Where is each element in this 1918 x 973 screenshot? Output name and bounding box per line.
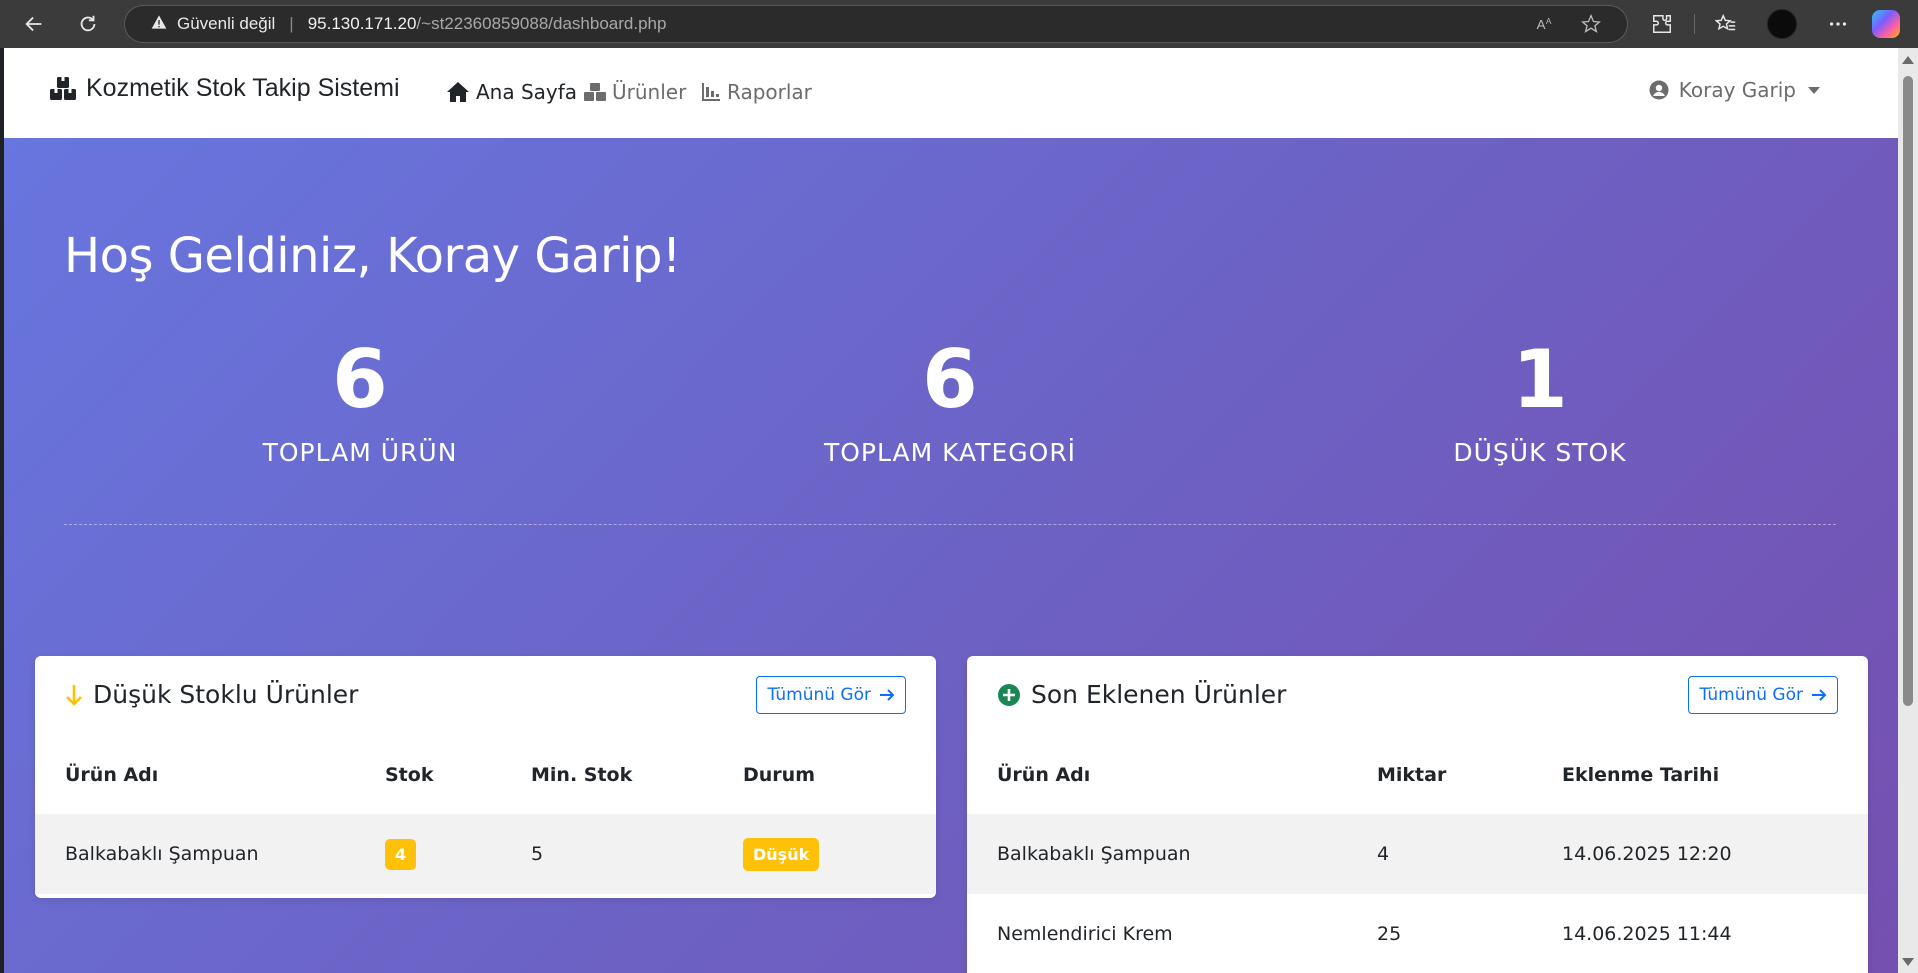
svg-text:A: A xyxy=(1537,17,1546,32)
table-row: Nemlendirici Krem 25 14.06.2025 11:44 xyxy=(967,894,1868,973)
stat-total-categories: 6 TOPLAM KATEGORİ xyxy=(750,333,1150,468)
chevron-down-icon xyxy=(1808,86,1820,94)
table-row: Balkabaklı Şampuan 4 14.06.2025 12:20 xyxy=(967,814,1868,894)
quantity-cell: 4 xyxy=(1377,814,1562,894)
address-bar[interactable]: Güvenli değil | 95.130.171.20/~st2236085… xyxy=(124,5,1628,43)
stat-low-stock: 1 DÜŞÜK STOK xyxy=(1340,333,1740,468)
table-header-row: Ürün Adı Stok Min. Stok Durum xyxy=(35,736,936,814)
card-title: Düşük Stoklu Ürünler xyxy=(65,680,358,709)
browser-toolbar: Güvenli değil | 95.130.171.20/~st2236085… xyxy=(0,0,1918,48)
min-stock-cell: 5 xyxy=(531,814,743,894)
security-label[interactable]: Güvenli değil xyxy=(177,14,275,34)
card-title-text: Son Eklenen Ürünler xyxy=(1031,680,1287,709)
nav-reports-label: Raporlar xyxy=(727,80,812,104)
stat-label: TOPLAM ÜRÜN xyxy=(262,438,458,467)
product-name: Balkabaklı Şampuan xyxy=(967,814,1377,894)
nav-home[interactable]: Ana Sayfa xyxy=(446,80,577,104)
date-cell: 14.06.2025 11:44 xyxy=(1562,923,1732,945)
user-dropdown[interactable]: Koray Garip xyxy=(1649,78,1820,102)
date-cell: 14.06.2025 12:20 xyxy=(1562,814,1868,894)
copilot-icon[interactable] xyxy=(1872,10,1900,38)
welcome-title: Hoş Geldiniz, Koray Garip! xyxy=(64,228,681,284)
column-header: Miktar xyxy=(1377,764,1447,786)
favorite-star-icon[interactable] xyxy=(1581,13,1601,39)
stat-value: 1 xyxy=(1512,333,1568,426)
column-header: Eklenme Tarihi xyxy=(1562,764,1720,786)
stat-label: TOPLAM KATEGORİ xyxy=(823,438,1077,467)
card-title-text: Düşük Stoklu Ürünler xyxy=(93,680,359,709)
home-icon xyxy=(447,82,469,102)
boxes-brand-icon xyxy=(50,76,76,100)
back-icon[interactable] xyxy=(14,4,54,44)
user-circle-icon xyxy=(1649,80,1669,100)
plus-circle-icon xyxy=(998,683,1020,706)
product-name: Balkabaklı Şampuan xyxy=(35,814,385,894)
reload-icon[interactable] xyxy=(68,4,108,44)
more-options-icon[interactable] xyxy=(1818,4,1858,44)
user-name: Koray Garip xyxy=(1678,78,1796,102)
scroll-down-icon[interactable] xyxy=(1902,958,1914,966)
quantity-cell: 25 xyxy=(1377,923,1402,945)
view-all-label: Tümünü Gör xyxy=(1699,685,1803,705)
profile-avatar[interactable] xyxy=(1767,9,1797,39)
status-cell: Düşük xyxy=(743,814,936,894)
boxes-icon xyxy=(584,83,606,101)
nav-reports[interactable]: Raporlar xyxy=(701,80,812,104)
favorites-icon[interactable] xyxy=(1706,4,1746,44)
column-header: Ürün Adı xyxy=(65,764,159,786)
stock-cell: 4 xyxy=(385,814,531,894)
status-badge: Düşük xyxy=(743,837,820,871)
card-header: Düşük Stoklu Ürünler Tümünü Gör xyxy=(35,656,936,736)
hero-divider xyxy=(64,524,1836,525)
svg-text:A: A xyxy=(1546,16,1552,26)
product-name: Nemlendirici Krem xyxy=(997,923,1173,945)
nav-products-label: Ürünler xyxy=(612,80,687,104)
low-stock-card: Düşük Stoklu Ürünler Tümünü Gör Ürün Adı… xyxy=(35,656,936,898)
recent-products-table: Ürün Adı Miktar Eklenme Tarihi Balkabakl… xyxy=(967,736,1868,973)
view-all-recent-button[interactable]: Tümünü Gör xyxy=(1688,676,1838,714)
brand-link[interactable]: Kozmetik Stok Takip Sistemi xyxy=(48,74,400,103)
view-all-label: Tümünü Gör xyxy=(767,685,871,705)
page-viewport: Kozmetik Stok Takip Sistemi Ana Sayfa Ür… xyxy=(4,48,1898,973)
address-separator: | xyxy=(289,14,294,33)
stat-total-products: 6 TOPLAM ÜRÜN xyxy=(160,333,560,468)
scroll-up-icon[interactable] xyxy=(1902,56,1914,64)
warning-icon xyxy=(151,14,167,35)
table-row: Balkabaklı Şampuan 4 5 Düşük xyxy=(35,814,936,894)
arrow-right-icon xyxy=(880,689,895,701)
url-path: /~st22360859088/dashboard.php xyxy=(416,14,667,33)
url-host: 95.130.171.20 xyxy=(307,14,417,33)
page-scrollbar[interactable] xyxy=(1898,48,1918,973)
chart-icon xyxy=(702,83,720,101)
table-header-row: Ürün Adı Miktar Eklenme Tarihi xyxy=(967,736,1868,814)
view-all-low-stock-button[interactable]: Tümünü Gör xyxy=(756,676,906,714)
recent-products-card: Son Eklenen Ürünler Tümünü Gör Ürün Adı … xyxy=(967,656,1868,973)
column-header: Min. Stok xyxy=(531,764,633,786)
nav-products[interactable]: Ürünler xyxy=(584,80,686,104)
card-title: Son Eklenen Ürünler xyxy=(997,680,1286,709)
toolbar-divider xyxy=(1694,14,1695,34)
arrow-down-icon xyxy=(66,684,82,706)
arrow-right-icon xyxy=(1812,689,1827,701)
stat-value: 6 xyxy=(332,333,388,426)
card-header: Son Eklenen Ürünler Tümünü Gör xyxy=(967,656,1868,736)
read-aloud-icon[interactable]: AA xyxy=(1535,14,1555,39)
stat-value: 6 xyxy=(922,333,978,426)
stat-label: DÜŞÜK STOK xyxy=(1453,438,1627,467)
extensions-icon[interactable] xyxy=(1642,4,1682,44)
column-header: Stok xyxy=(385,764,434,786)
column-header: Ürün Adı xyxy=(997,764,1091,786)
column-header: Durum xyxy=(743,764,815,786)
nav-home-label: Ana Sayfa xyxy=(476,80,578,104)
brand-name: Kozmetik Stok Takip Sistemi xyxy=(86,74,400,102)
scrollbar-thumb[interactable] xyxy=(1903,76,1913,706)
stock-badge: 4 xyxy=(385,838,417,870)
low-stock-table: Ürün Adı Stok Min. Stok Durum Balkabaklı… xyxy=(35,736,936,894)
app-navbar: Kozmetik Stok Takip Sistemi Ana Sayfa Ür… xyxy=(4,48,1898,138)
